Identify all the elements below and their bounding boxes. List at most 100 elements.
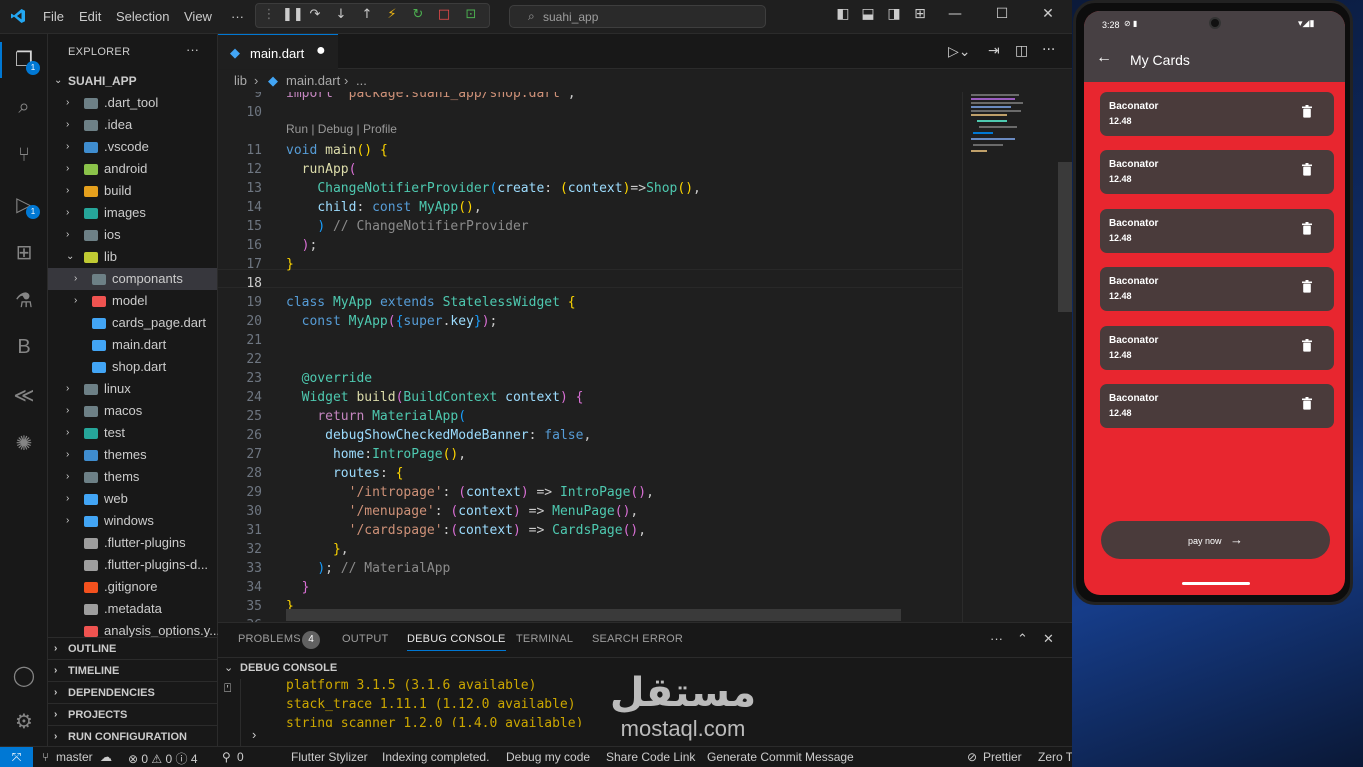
tree-folder[interactable]: › .dart_tool (48, 92, 217, 114)
toggle-panel-icon[interactable]: ⬓ (858, 6, 878, 22)
generate-commit-message[interactable]: Generate Commit Message (707, 750, 854, 764)
step-into-icon[interactable]: ↓ (332, 7, 350, 23)
tree-folder[interactable]: › thems (48, 466, 217, 488)
manage-gear-icon[interactable]: ⚙ (10, 707, 38, 735)
cart-card[interactable]: Baconator 12.48 (1100, 92, 1334, 136)
tree-folder[interactable]: › themes (48, 444, 217, 466)
tab-terminal[interactable]: TERMINAL (516, 633, 573, 645)
delete-icon[interactable] (1302, 105, 1312, 118)
section-timeline[interactable]: › TIMELINE (48, 659, 217, 681)
tree-folder[interactable]: › android (48, 158, 217, 180)
tree-folder[interactable]: › macos (48, 400, 217, 422)
tree-file[interactable]: main.dart (48, 334, 217, 356)
tree-folder[interactable]: › model (48, 290, 217, 312)
menu-more[interactable]: ··· (231, 9, 244, 24)
flutter-stylizer[interactable]: Flutter Stylizer (291, 750, 368, 764)
section-dependencies[interactable]: › DEPENDENCIES (48, 681, 217, 703)
tab-debug-console[interactable]: DEBUG CONSOLE (407, 633, 506, 651)
customize-layout-icon[interactable]: ⊞ (910, 6, 930, 22)
hot-reload-icon[interactable]: ⚡ (383, 7, 401, 23)
tab-search-error[interactable]: SEARCH ERROR (592, 633, 683, 645)
tree-folder[interactable]: › web (48, 488, 217, 510)
unsaved-dot-icon[interactable]: ● (316, 42, 326, 60)
delete-icon[interactable] (1302, 280, 1312, 293)
tree-folder[interactable]: › windows (48, 510, 217, 532)
menu-selection[interactable]: Selection (116, 9, 169, 24)
editor-more-icon[interactable]: ··· (1042, 42, 1055, 58)
section-run-configuration[interactable]: › RUN CONFIGURATION (48, 725, 217, 747)
tree-folder[interactable]: › ios (48, 224, 217, 246)
tab-output[interactable]: OUTPUT (342, 633, 388, 645)
breadcrumb-file[interactable]: main.dart (286, 73, 340, 88)
pay-now-button[interactable]: pay now → (1101, 521, 1330, 559)
close-panel-icon[interactable]: ✕ (1043, 631, 1054, 647)
restart-icon[interactable]: ↻ (409, 7, 427, 23)
delete-icon[interactable] (1302, 338, 1312, 352)
open-changes-icon[interactable]: ⇥ (988, 43, 1000, 59)
stop-icon[interactable]: □ (435, 7, 453, 23)
tree-file[interactable]: .gitignore (48, 576, 217, 598)
flutter-icon[interactable]: ≪ (10, 381, 38, 409)
step-out-icon[interactable]: ↑ (358, 7, 376, 23)
cart-card[interactable]: Baconator 12.48 (1100, 150, 1334, 195)
delete-icon[interactable] (1302, 163, 1312, 176)
cart-card[interactable]: Baconator 12.48 (1100, 208, 1334, 253)
run-debug-dropdown-icon[interactable]: ▷⌄ (948, 44, 971, 60)
code-editor[interactable]: 9 10 11 12 13 14 15 16 17 18 19 20 21 22 23 24 25 26 27 28 2… (218, 92, 1072, 622)
tree-folder[interactable]: › linux (48, 378, 217, 400)
gesture-home-bar[interactable] (1182, 582, 1250, 585)
tree-file[interactable]: shop.dart (48, 356, 217, 378)
back-arrow-icon[interactable]: ← (1096, 49, 1112, 67)
toggle-secondary-sidebar-icon[interactable]: ◨ (884, 6, 904, 22)
minimize-icon[interactable]: — (945, 6, 965, 22)
zero-status[interactable]: Zero T (1038, 750, 1073, 764)
devtools-icon[interactable]: ⊡ (462, 7, 480, 23)
tree-file[interactable]: .metadata (48, 598, 217, 620)
tree-folder[interactable]: › build (48, 180, 217, 202)
git-branch[interactable]: master (56, 750, 93, 764)
tree-file[interactable]: cards_page.dart (48, 312, 217, 334)
share-code-link[interactable]: Share Code Link (606, 750, 695, 764)
cart-card[interactable]: Baconator 12.48 (1100, 267, 1334, 312)
tree-folder[interactable]: › componants (48, 268, 217, 290)
ports-count[interactable]: 0 (237, 750, 244, 764)
command-center[interactable]: ⌕ suahi_app (509, 5, 766, 28)
search-icon[interactable]: ⌕ (10, 92, 38, 120)
section-outline[interactable]: › OUTLINE (48, 637, 217, 659)
remote-indicator-icon[interactable]: ⤧ (0, 747, 33, 767)
delete-icon[interactable] (1302, 397, 1312, 410)
account-icon[interactable]: ◯ (10, 661, 38, 689)
maximize-icon[interactable]: ☐ (992, 6, 1012, 22)
extensions-icon[interactable]: ⊞ (10, 238, 38, 266)
workspace-root[interactable]: ⌄ SUAHI_APP (48, 70, 217, 92)
breadcrumb-symbol[interactable]: ... (356, 73, 367, 88)
close-icon[interactable]: ✕ (1038, 6, 1058, 22)
step-over-icon[interactable]: ↷ (306, 7, 324, 23)
maximize-panel-icon[interactable]: ⌃ (1017, 631, 1028, 647)
menu-view[interactable]: View (184, 9, 212, 24)
vertical-scrollbar[interactable] (1058, 92, 1072, 622)
cart-card[interactable]: Baconator 12.48 (1100, 325, 1334, 370)
tree-folder[interactable]: › images (48, 202, 217, 224)
tree-folder[interactable]: ⌄ lib (48, 246, 217, 268)
console-input-chevron-icon[interactable]: › (252, 727, 256, 742)
drag-handle-icon[interactable]: ⋮ (260, 7, 278, 23)
collapse-icon[interactable]: ⌄ (224, 661, 233, 674)
problems-summary[interactable]: ⊗ 0 ⚠ 0 ⓘ 4 (128, 750, 198, 767)
toggle-sidebar-icon[interactable]: ◧ (833, 6, 853, 22)
tab-main-dart[interactable]: ◆ main.dart ● (218, 34, 338, 69)
tree-folder[interactable]: › test (48, 422, 217, 444)
sync-icon[interactable]: ☁ (100, 750, 112, 764)
prettier[interactable]: Prettier (983, 750, 1022, 764)
menu-edit[interactable]: Edit (79, 9, 101, 24)
source-control-icon[interactable]: ⑂ (10, 140, 38, 168)
menu-file[interactable]: File (43, 9, 64, 24)
debug-my-code[interactable]: Debug my code (506, 750, 590, 764)
tab-problems[interactable]: PROBLEMS (238, 633, 301, 645)
tree-folder[interactable]: › .vscode (48, 136, 217, 158)
tree-file[interactable]: .flutter-plugins-d... (48, 554, 217, 576)
tree-folder[interactable]: › .idea (48, 114, 217, 136)
tree-file[interactable]: .flutter-plugins (48, 532, 217, 554)
testing-icon[interactable]: ⚗ (10, 286, 38, 314)
minimap[interactable] (962, 92, 1058, 622)
